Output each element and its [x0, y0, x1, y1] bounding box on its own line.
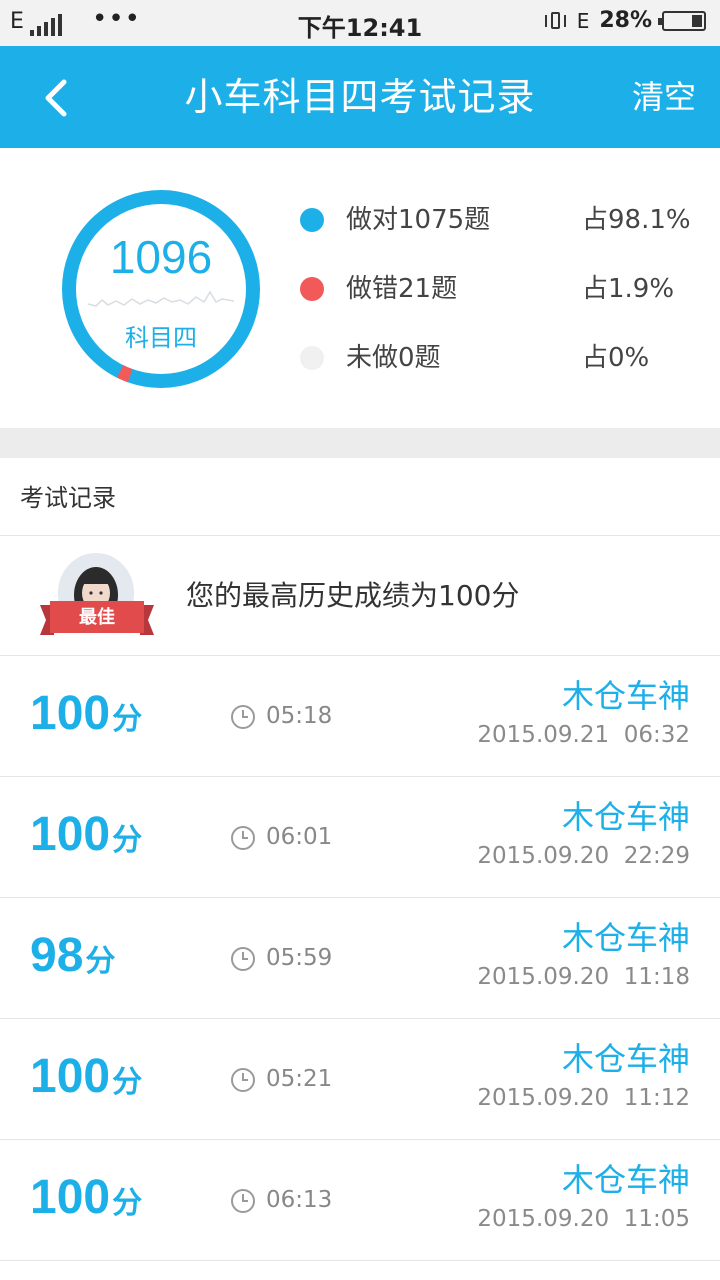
section-divider	[0, 428, 720, 458]
legend-correct-label: 做对1075题	[346, 205, 491, 235]
record-duration: 05:59	[266, 945, 333, 971]
legend-wrong-percent: 占1.9%	[582, 274, 675, 304]
record-user: 木仓车神	[561, 677, 690, 715]
wrong-dot-icon	[300, 277, 324, 301]
record-user: 木仓车神	[561, 798, 690, 836]
record-duration: 05:21	[266, 1066, 333, 1092]
score-value: 100	[30, 1171, 111, 1224]
record-row[interactable]: 100分 05:21 木仓车神 2015.09.20 11:12	[0, 1019, 720, 1140]
divider	[0, 535, 720, 536]
legend-undone-percent: 占0%	[582, 343, 650, 373]
score-unit: 分	[112, 1187, 143, 1220]
score-unit: 分	[112, 824, 143, 857]
best-score-text: 您的最高历史成绩为100分	[186, 579, 520, 612]
legend-undone-label: 未做0题	[346, 343, 441, 373]
clock-icon	[231, 1068, 255, 1092]
total-questions: 1096	[109, 231, 213, 283]
score-value: 100	[30, 1050, 111, 1103]
record-row[interactable]: 100分 06:13 木仓车神 2015.09.20 11:05	[0, 1140, 720, 1261]
record-duration: 06:01	[266, 824, 333, 850]
clock-icon	[231, 1189, 255, 1213]
legend-wrong: 做错21题 占1.9%	[298, 269, 698, 309]
record-datetime: 2015.09.20 22:29	[477, 843, 690, 869]
record-datetime: 2015.09.21 06:32	[477, 722, 690, 748]
legend-undone: 未做0题 占0%	[298, 338, 698, 378]
stats-panel: 1096 科目四 做对1075题 占98.1% 做错21题 占1.9% 未做0题…	[0, 148, 720, 428]
record-user: 木仓车神	[561, 1040, 690, 1078]
record-user: 木仓车神	[561, 1161, 690, 1199]
records-section-title: 考试记录	[20, 484, 116, 512]
clock-icon	[231, 826, 255, 850]
legend-wrong-label: 做错21题	[346, 274, 458, 304]
legend-correct: 做对1075题 占98.1%	[298, 200, 698, 240]
record-score: 98分	[30, 920, 115, 998]
score-unit: 分	[85, 945, 116, 978]
network-type-right: E	[576, 8, 590, 33]
record-user: 木仓车神	[561, 919, 690, 957]
record-score: 100分	[30, 1162, 142, 1240]
app-header: 小车科目四考试记录 清空	[0, 46, 720, 148]
record-duration: 05:18	[266, 703, 333, 729]
best-badge: 最佳	[79, 607, 115, 628]
score-unit: 分	[112, 703, 143, 736]
score-unit: 分	[112, 1066, 143, 1099]
legend-correct-percent: 占98.1%	[582, 205, 691, 235]
record-score: 100分	[30, 678, 142, 756]
record-duration: 06:13	[266, 1187, 333, 1213]
status-bar: E ••• 下午12:41 E 28%	[0, 0, 720, 46]
page-title: 小车科目四考试记录	[184, 75, 536, 119]
score-value: 98	[30, 929, 84, 982]
subject-label: 科目四	[125, 324, 197, 352]
score-value: 100	[30, 687, 111, 740]
undone-dot-icon	[300, 346, 324, 370]
record-datetime: 2015.09.20 11:18	[477, 964, 690, 990]
clock-icon	[231, 947, 255, 971]
record-row[interactable]: 100分 05:18 木仓车神 2015.09.21 06:32	[0, 656, 720, 777]
record-datetime: 2015.09.20 11:12	[477, 1085, 690, 1111]
score-value: 100	[30, 808, 111, 861]
record-datetime: 2015.09.20 11:05	[477, 1206, 690, 1232]
battery-percent: 28%	[599, 8, 652, 33]
battery-icon	[658, 10, 706, 31]
wave-decoration	[88, 290, 234, 307]
record-score: 100分	[30, 1041, 142, 1119]
clear-button[interactable]: 清空	[632, 74, 696, 120]
clock-icon	[231, 705, 255, 729]
record-row[interactable]: 98分 05:59 木仓车神 2015.09.20 11:18	[0, 898, 720, 1019]
record-score: 100分	[30, 799, 142, 877]
vibrate-icon	[544, 9, 567, 33]
correct-dot-icon	[300, 208, 324, 232]
record-row[interactable]: 100分 06:01 木仓车神 2015.09.20 22:29	[0, 777, 720, 898]
